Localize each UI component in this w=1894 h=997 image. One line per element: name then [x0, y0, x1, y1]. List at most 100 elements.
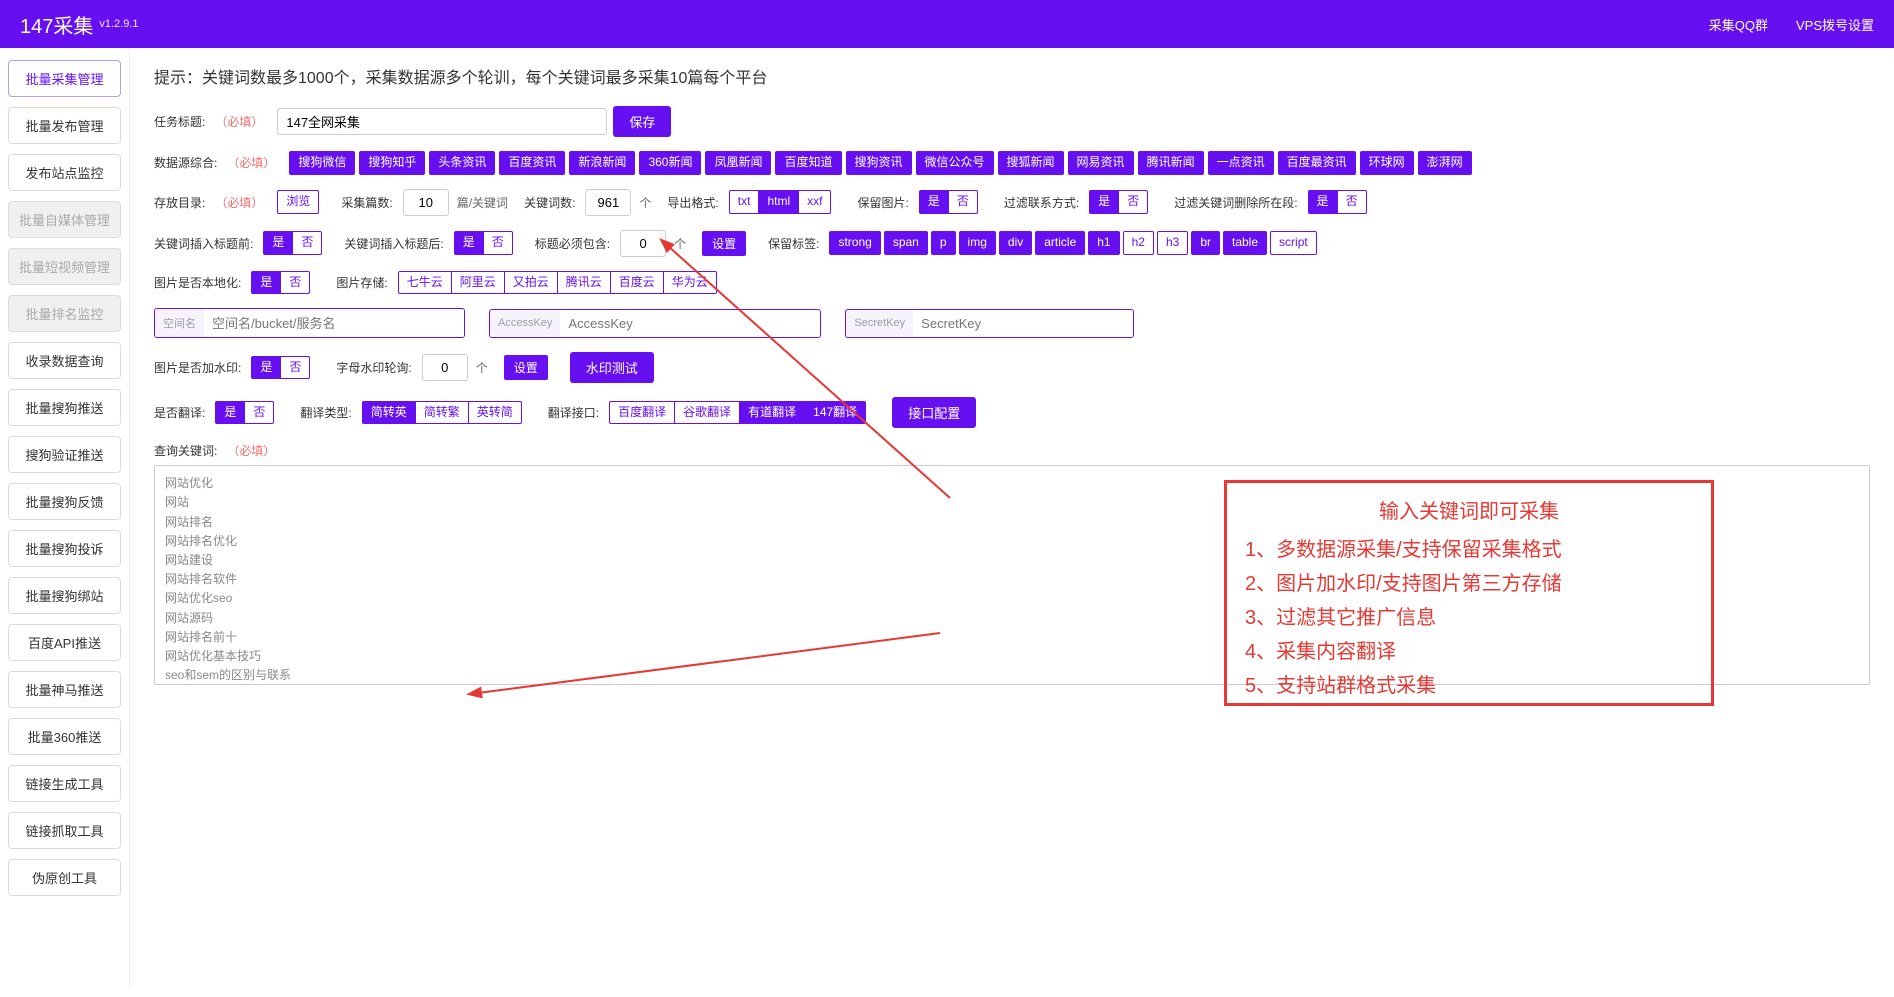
- keeptag-1[interactable]: span: [884, 231, 928, 255]
- translate-type-opt-2[interactable]: 英转简: [469, 401, 522, 425]
- sidebar-item-17[interactable]: 伪原创工具: [8, 859, 121, 896]
- keeptag-9[interactable]: br: [1191, 231, 1220, 255]
- kwins-before-opt-0[interactable]: 是: [263, 231, 293, 255]
- source-tag-3[interactable]: 百度资讯: [499, 151, 565, 175]
- row-watermark: 图片是否加水印: 是否 字母水印轮询: 个 设置 水印测试: [154, 352, 1870, 383]
- translate-api-opt-0[interactable]: 百度翻译: [609, 401, 675, 425]
- filterkw-opt-0[interactable]: 是: [1308, 190, 1338, 214]
- translate-api-opt-3[interactable]: 147翻译: [805, 401, 866, 425]
- link-qq-group[interactable]: 采集QQ群: [1709, 15, 1768, 34]
- accesskey-input[interactable]: [560, 310, 820, 337]
- keeptag-6[interactable]: h1: [1088, 231, 1119, 255]
- translate-type-opt-1[interactable]: 简转繁: [416, 401, 469, 425]
- sidebar-item-6[interactable]: 收录数据查询: [8, 342, 121, 379]
- format-tag-1[interactable]: html: [759, 190, 799, 214]
- source-tag-10[interactable]: 搜狐新闻: [998, 151, 1064, 175]
- watermark-opt-1[interactable]: 否: [281, 356, 310, 380]
- space-input[interactable]: [204, 310, 464, 337]
- imgstore-opt-0[interactable]: 七牛云: [398, 271, 452, 295]
- imgstore-opt-2[interactable]: 又拍云: [505, 271, 558, 295]
- keeptag-4[interactable]: div: [999, 231, 1032, 255]
- keywords-textarea[interactable]: [154, 465, 1870, 685]
- translate-opt-1[interactable]: 否: [245, 401, 274, 425]
- source-tag-14[interactable]: 百度最资讯: [1278, 151, 1356, 175]
- imgstore-opt-3[interactable]: 腾讯云: [558, 271, 611, 295]
- keeptag-8[interactable]: h3: [1157, 231, 1188, 255]
- format-tag-0[interactable]: txt: [729, 190, 760, 214]
- sidebar-item-1[interactable]: 批量发布管理: [8, 107, 121, 144]
- sidebar-item-11[interactable]: 批量搜狗绑站: [8, 577, 121, 614]
- save-button[interactable]: 保存: [613, 106, 671, 137]
- keeptag-0[interactable]: strong: [829, 231, 880, 255]
- sidebar-item-8[interactable]: 搜狗验证推送: [8, 436, 121, 473]
- keeptag-2[interactable]: p: [931, 231, 956, 255]
- keepimg-group: 是否: [919, 190, 978, 214]
- accesskey-field: AccessKey: [489, 309, 821, 338]
- source-tag-12[interactable]: 腾讯新闻: [1138, 151, 1204, 175]
- keeptag-5[interactable]: article: [1035, 231, 1085, 255]
- keepimg-opt-0[interactable]: 是: [919, 190, 949, 214]
- source-tag-13[interactable]: 一点资讯: [1208, 151, 1274, 175]
- imgstore-opt-4[interactable]: 百度云: [611, 271, 664, 295]
- source-tag-6[interactable]: 凤凰新闻: [705, 151, 771, 175]
- keeptag-10[interactable]: table: [1223, 231, 1267, 255]
- keeptag-7[interactable]: h2: [1123, 231, 1154, 255]
- imgloc-opt-1[interactable]: 否: [281, 271, 310, 295]
- source-tag-1[interactable]: 搜狗知乎: [359, 151, 425, 175]
- format-tag-2[interactable]: xxf: [799, 190, 831, 214]
- filtercontact-opt-1[interactable]: 否: [1119, 190, 1148, 214]
- imgloc-opt-0[interactable]: 是: [251, 271, 281, 295]
- source-tag-7[interactable]: 百度知道: [775, 151, 841, 175]
- translate-api-opt-2[interactable]: 有道翻译: [740, 401, 805, 425]
- secretkey-input[interactable]: [913, 310, 1133, 337]
- api-config-button[interactable]: 接口配置: [892, 397, 976, 428]
- task-title-input[interactable]: [277, 108, 607, 135]
- kwins-after-group: 是否: [454, 231, 513, 255]
- sidebar-item-14[interactable]: 批量360推送: [8, 718, 121, 755]
- sidebar-item-9[interactable]: 批量搜狗反馈: [8, 483, 121, 520]
- source-tag-2[interactable]: 头条资讯: [429, 151, 495, 175]
- keeptag-11[interactable]: script: [1270, 231, 1317, 255]
- source-tag-9[interactable]: 微信公众号: [916, 151, 994, 175]
- title-contain-set-button[interactable]: 设置: [702, 231, 746, 256]
- kwins-after-opt-1[interactable]: 否: [484, 231, 513, 255]
- sidebar-item-13[interactable]: 批量神马推送: [8, 671, 121, 708]
- sidebar-item-2[interactable]: 发布站点监控: [8, 154, 121, 191]
- filtercontact-opt-0[interactable]: 是: [1089, 190, 1119, 214]
- source-tag-4[interactable]: 新浪新闻: [569, 151, 635, 175]
- sidebar-item-16[interactable]: 链接抓取工具: [8, 812, 121, 849]
- keeptag-3[interactable]: img: [959, 231, 996, 255]
- sidebar-item-12[interactable]: 百度API推送: [8, 624, 121, 661]
- source-tag-5[interactable]: 360新闻: [639, 151, 701, 175]
- sidebar-item-0[interactable]: 批量采集管理: [8, 60, 121, 97]
- source-tag-0[interactable]: 搜狗微信: [289, 151, 355, 175]
- keywords-required: （必填）: [227, 442, 275, 459]
- sidebar-item-7[interactable]: 批量搜狗推送: [8, 389, 121, 426]
- source-tag-15[interactable]: 环球网: [1360, 151, 1414, 175]
- watermark-opt-0[interactable]: 是: [251, 356, 281, 380]
- watermark-test-button[interactable]: 水印测试: [570, 352, 654, 383]
- kwins-before-opt-1[interactable]: 否: [293, 231, 322, 255]
- source-tag-16[interactable]: 澎湃网: [1418, 151, 1472, 175]
- filterkw-opt-1[interactable]: 否: [1338, 190, 1367, 214]
- browse-button[interactable]: 浏览: [277, 190, 319, 214]
- kwins-before-label: 关键词插入标题前:: [154, 235, 253, 252]
- sidebar-item-10[interactable]: 批量搜狗投诉: [8, 530, 121, 567]
- watermark-set-button[interactable]: 设置: [504, 355, 548, 380]
- keepimg-opt-1[interactable]: 否: [949, 190, 978, 214]
- imgstore-opt-5[interactable]: 华为云: [664, 271, 717, 295]
- link-vps-settings[interactable]: VPS拨号设置: [1796, 15, 1874, 34]
- translate-type-opt-0[interactable]: 简转英: [362, 401, 416, 425]
- source-tag-11[interactable]: 网易资讯: [1068, 151, 1134, 175]
- translate-opt-0[interactable]: 是: [215, 401, 245, 425]
- kwins-after-opt-0[interactable]: 是: [454, 231, 484, 255]
- kwcount-input[interactable]: [585, 189, 631, 216]
- sidebar-item-15[interactable]: 链接生成工具: [8, 765, 121, 802]
- imgstore-opt-1[interactable]: 阿里云: [452, 271, 505, 295]
- watermark-rotate-input[interactable]: [422, 354, 468, 381]
- store-label: 存放目录:: [154, 194, 205, 211]
- title-contain-input[interactable]: [620, 230, 666, 257]
- translate-api-opt-1[interactable]: 谷歌翻译: [675, 401, 740, 425]
- source-tag-8[interactable]: 搜狗资讯: [846, 151, 912, 175]
- count-input[interactable]: [403, 189, 449, 216]
